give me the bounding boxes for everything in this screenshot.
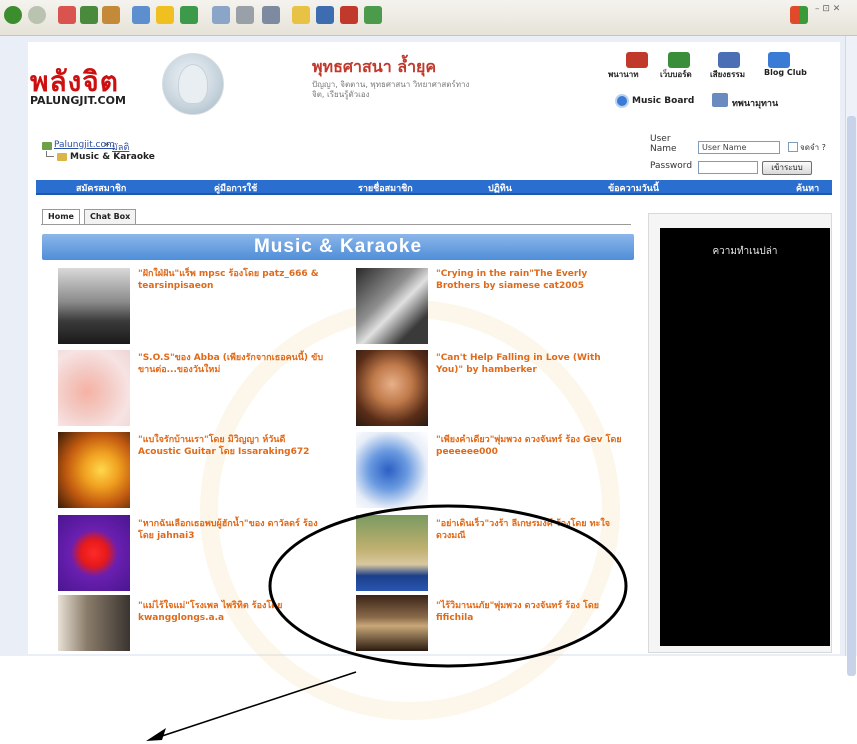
password-label: Password — [650, 161, 693, 171]
history-icon[interactable] — [180, 6, 198, 24]
nav-search[interactable]: ค้นหา — [796, 181, 819, 195]
tab-underline — [41, 224, 631, 225]
song-thumbnail[interactable] — [356, 268, 428, 344]
refresh-icon[interactable] — [80, 6, 98, 24]
buddha-face-icon — [178, 64, 208, 104]
breadcrumb-current: Music & Karaoke — [70, 152, 155, 162]
user-name-input[interactable]: User Name — [698, 141, 780, 154]
side-panel — [660, 228, 830, 646]
song-link[interactable]: "Can't Help Falling in Love (With You)" … — [436, 352, 626, 376]
tab-home[interactable]: Home — [42, 209, 80, 224]
header-link-label[interactable]: พนานาท — [608, 68, 638, 81]
folder-icon — [57, 153, 67, 161]
song-link[interactable]: "เพียงคำเดียว"พุ่มพวง ดวงจันทร์ ร้อง Gev… — [436, 434, 626, 458]
song-thumbnail[interactable] — [356, 350, 428, 426]
song-thumbnail[interactable] — [58, 350, 130, 426]
song-thumbnail[interactable] — [58, 432, 130, 508]
vertical-scrollbar[interactable] — [845, 36, 857, 676]
favorites-icon[interactable] — [156, 6, 174, 24]
song-link[interactable]: "แม่ไร้ใจแม่"โรงเพล ไพริทิต ร้องโดย kwan… — [138, 600, 328, 624]
home-icon[interactable] — [102, 6, 120, 24]
windows-logo-icon — [790, 6, 808, 24]
edit-icon[interactable] — [262, 6, 280, 24]
forward-icon[interactable] — [28, 6, 46, 24]
search-icon[interactable] — [132, 6, 150, 24]
nav-manual[interactable]: คู่มือการใช้ — [214, 181, 257, 195]
tools-icon[interactable] — [364, 6, 382, 24]
song-thumbnail[interactable] — [356, 515, 428, 591]
scroll-thumb[interactable] — [847, 116, 856, 676]
song-thumbnail[interactable] — [356, 595, 428, 651]
tv-card-link[interactable]: ทพนามุทาน — [732, 96, 778, 110]
password-input[interactable] — [698, 161, 758, 174]
back-icon[interactable] — [4, 6, 22, 24]
breadcrumb-connector — [46, 151, 54, 157]
song-link[interactable]: "หากฉันเลือกเธอพบผู้ฮักน้ำ"ของ ดาวัลดร์ … — [138, 518, 328, 542]
pointer-arrow-head — [146, 728, 166, 741]
dhamma-audio-icon[interactable] — [718, 52, 740, 68]
song-link[interactable]: "Crying in the rain"The Everly Brothers … — [436, 268, 626, 292]
messenger-icon[interactable] — [340, 6, 358, 24]
header-link-label[interactable]: เสียงธรรม — [710, 68, 745, 81]
stop-icon[interactable] — [58, 6, 76, 24]
song-link[interactable]: "ฝักใฝ่ฝัน"แร็พ mpsc ร้องโดย patz_666 & … — [138, 268, 328, 292]
user-name-label: User Name — [650, 134, 677, 154]
header-link-label[interactable]: เว็บบอร์ด — [660, 68, 692, 81]
song-link[interactable]: "แบใจรักบ้านเรา"โดย มิวิญญา ห์วันดี Acou… — [138, 434, 328, 458]
folder-icon[interactable] — [292, 6, 310, 24]
song-link[interactable]: "ไร้วิมานนภัย"พุ่มพวง ดวงจันทร์ ร้อง โดย… — [436, 600, 626, 624]
header-subtitle: ปัญญา, จิตตาน, พุทธศาสนา วิทยาศาสตร์ทางจ… — [312, 80, 470, 99]
music-board-icon[interactable] — [615, 94, 629, 108]
webboard-icon[interactable] — [668, 52, 690, 68]
music-board-link[interactable]: Music Board — [632, 96, 694, 106]
nav-members[interactable]: รายชื่อสมาชิก — [358, 181, 413, 195]
blog-club-icon[interactable] — [768, 52, 790, 68]
song-link[interactable]: "อย่าเดินเร็ว"วงร้า ลีเกษรมงค์ ร้องโดย ท… — [436, 518, 626, 542]
mail-icon[interactable] — [212, 6, 230, 24]
main-navbar — [36, 180, 832, 195]
tab-chat-box[interactable]: Chat Box — [84, 209, 137, 224]
header-title: พุทธศาสนา ล้ำยุค — [312, 57, 437, 76]
tv-card-icon[interactable] — [712, 93, 728, 107]
song-thumbnail[interactable] — [58, 268, 130, 344]
song-thumbnail[interactable] — [356, 432, 428, 508]
podcast-icon[interactable] — [626, 52, 648, 68]
browser-toolbar: – ⊡ ✕ — [0, 0, 857, 36]
song-thumbnail[interactable] — [58, 595, 130, 651]
print-icon[interactable] — [236, 6, 254, 24]
header-link-label[interactable]: Blog Club — [764, 68, 807, 77]
nav-register[interactable]: สมัครสมาชิก — [76, 181, 126, 195]
home-crumb-icon — [42, 142, 52, 150]
media-icon[interactable] — [316, 6, 334, 24]
section-title: Music & Karaoke — [253, 236, 423, 257]
remember-label: จดจำ ? — [800, 143, 826, 152]
window-controls[interactable]: – ⊡ ✕ — [815, 4, 840, 14]
nav-today[interactable]: ข้อความวันนี้ — [608, 181, 659, 195]
song-thumbnail[interactable] — [58, 515, 130, 591]
pointer-arrow-line — [155, 671, 357, 739]
side-panel-title: ความทำเนปล่า — [712, 246, 778, 257]
song-link[interactable]: "S.O.S"ของ Abba (เพียงรักจากเธอคนนี้) ขั… — [138, 352, 328, 376]
login-button[interactable]: เข้าระบบ — [762, 161, 812, 175]
site-logo-sub: PALUNGJIT.COM — [30, 94, 126, 107]
breadcrumb-separator: » — [104, 140, 110, 150]
nav-calendar[interactable]: ปฏิทิน — [488, 181, 512, 195]
remember-checkbox[interactable] — [788, 142, 798, 152]
